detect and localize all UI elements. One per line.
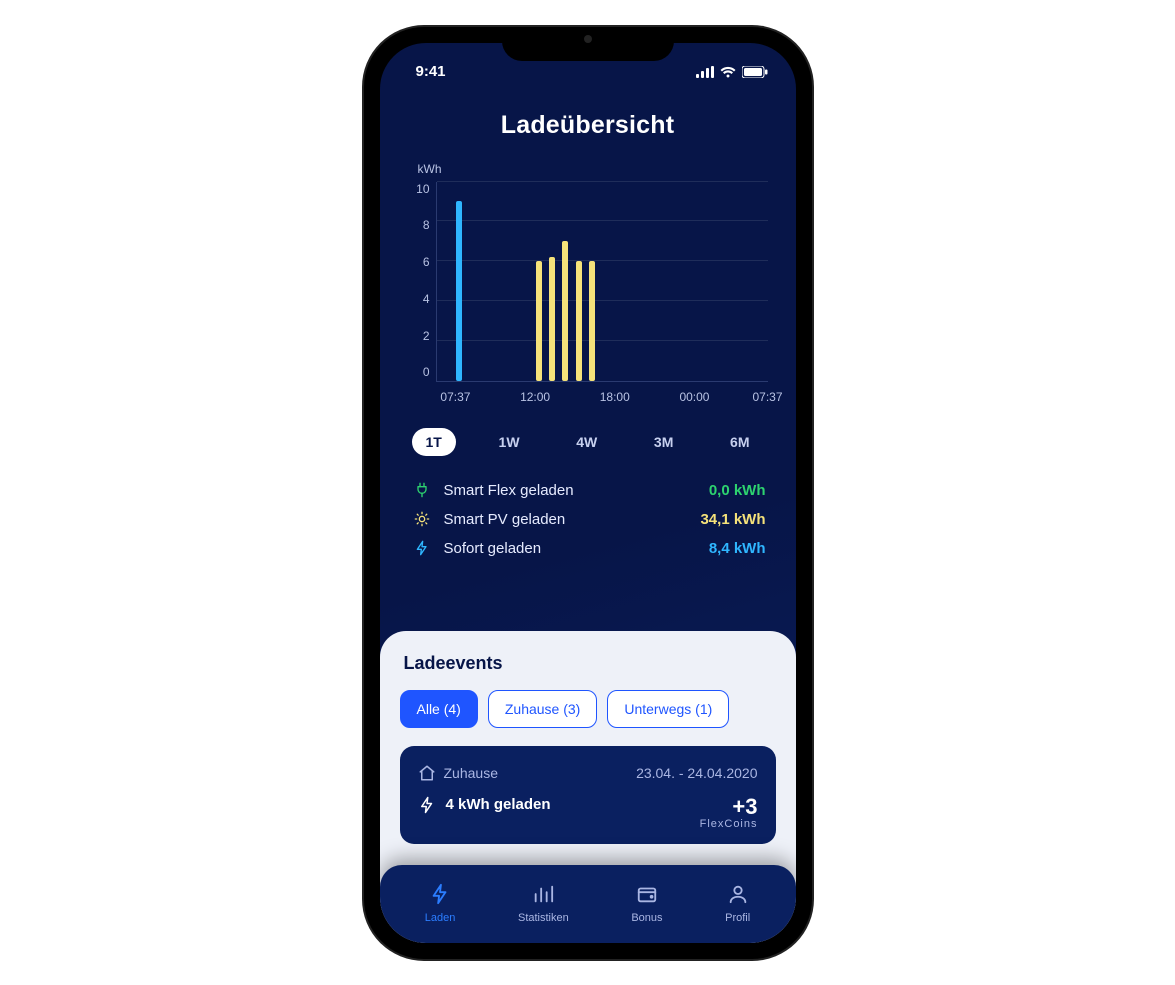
stat-label: Smart Flex geladen — [444, 482, 709, 499]
tab-profil[interactable]: Profil — [725, 883, 750, 924]
chart-plot[interactable] — [436, 182, 768, 382]
home-icon — [418, 764, 436, 782]
filter-alle-4-[interactable]: Alle (4) — [400, 690, 478, 728]
range-selector: 1T 1W 4W 3M 6M — [380, 406, 796, 456]
chart-xtick: 12:00 — [520, 390, 550, 404]
tab-laden[interactable]: Laden — [425, 883, 456, 924]
chart-ytick: 2 — [423, 329, 430, 343]
chart-ytick: 4 — [423, 292, 430, 306]
tab-label: Profil — [725, 912, 750, 924]
chart-icon — [532, 883, 554, 908]
chart-bar[interactable] — [576, 261, 582, 380]
stats-list: Smart Flex geladen0,0 kWhSmart PV gelade… — [380, 456, 796, 583]
stat-row: Sofort geladen8,4 kWh — [410, 534, 766, 563]
app-screen: 9:41 Ladeübersicht kWh 10 8 6 4 2 0 07:37 12:0… — [380, 43, 796, 943]
range-pill-4w[interactable]: 4W — [562, 428, 611, 456]
bolt-icon — [418, 796, 436, 814]
phone-frame: 9:41 Ladeübersicht kWh 10 8 6 4 2 0 07:37 12:0… — [364, 27, 812, 959]
range-pill-3m[interactable]: 3M — [640, 428, 687, 456]
plug-icon — [410, 482, 434, 498]
chart-xtick: 18:00 — [600, 390, 630, 404]
range-pill-6m[interactable]: 6M — [716, 428, 763, 456]
stat-value: 34,1 kWh — [700, 511, 765, 528]
chart-bar[interactable] — [562, 241, 568, 380]
status-icons — [696, 66, 768, 78]
event-date: 23.04. - 24.04.2020 — [636, 765, 757, 781]
events-filters: Alle (4) Zuhause (3) Unterwegs (1) — [400, 690, 776, 728]
chart-bar[interactable] — [456, 201, 462, 380]
chart-ytick: 8 — [423, 218, 430, 232]
page-title: Ladeübersicht — [380, 111, 796, 140]
events-title: Ladeevents — [404, 653, 776, 674]
tab-label: Bonus — [631, 912, 662, 924]
bolt-icon — [410, 540, 434, 556]
stat-row: Smart Flex geladen0,0 kWh — [410, 476, 766, 505]
tab-label: Statistiken — [518, 912, 569, 924]
chart-xtick: 07:37 — [440, 390, 470, 404]
stat-value: 8,4 kWh — [709, 540, 766, 557]
sun-icon — [410, 511, 434, 527]
chart-ylabel: kWh — [418, 162, 768, 176]
chart-yaxis: 10 8 6 4 2 0 — [408, 182, 436, 382]
chart-bar[interactable] — [549, 257, 555, 380]
tab-bonus[interactable]: Bonus — [631, 883, 662, 924]
stat-label: Smart PV geladen — [444, 511, 701, 528]
event-flexcoins-value: +3 — [700, 796, 758, 818]
status-time: 9:41 — [416, 63, 446, 80]
chart-bar[interactable] — [589, 261, 595, 380]
stat-row: Smart PV geladen34,1 kWh — [410, 505, 766, 534]
wallet-icon — [636, 883, 658, 908]
event-card[interactable]: Zuhause 23.04. - 24.04.2020 4 kWh gelade… — [400, 746, 776, 844]
tab-bar: Laden Statistiken Bonus Profil — [380, 865, 796, 943]
chart-xtick: 00:00 — [679, 390, 709, 404]
bolt-icon — [429, 883, 451, 908]
filter-unterwegs-1-[interactable]: Unterwegs (1) — [607, 690, 729, 728]
chart-xtick: 07:37 — [752, 390, 782, 404]
phone-notch — [502, 27, 674, 61]
wifi-icon — [720, 66, 736, 78]
profile-icon — [727, 883, 749, 908]
event-location: Zuhause — [444, 765, 498, 781]
chart-ytick: 0 — [423, 365, 430, 379]
range-pill-1t[interactable]: 1T — [412, 428, 456, 456]
chart-xaxis: 07:3712:0018:0000:0007:37 — [436, 390, 768, 406]
filter-zuhause-3-[interactable]: Zuhause (3) — [488, 690, 597, 728]
stat-value: 0,0 kWh — [709, 482, 766, 499]
chart-container: kWh 10 8 6 4 2 0 07:37 12:00 18:00 00:00 07:37 — [380, 140, 796, 406]
event-flexcoins-label: FlexCoins — [700, 818, 758, 830]
tab-statistiken[interactable]: Statistiken — [518, 883, 569, 924]
event-flexcoins: +3 FlexCoins — [700, 796, 758, 830]
signal-icon — [696, 66, 714, 78]
tab-label: Laden — [425, 912, 456, 924]
chart-ytick: 10 — [416, 182, 429, 196]
battery-icon — [742, 66, 768, 78]
stat-label: Sofort geladen — [444, 540, 709, 557]
event-loaded: 4 kWh geladen — [446, 796, 551, 813]
chart-ytick: 6 — [423, 255, 430, 269]
range-pill-1w[interactable]: 1W — [485, 428, 534, 456]
chart-bar[interactable] — [536, 261, 542, 380]
